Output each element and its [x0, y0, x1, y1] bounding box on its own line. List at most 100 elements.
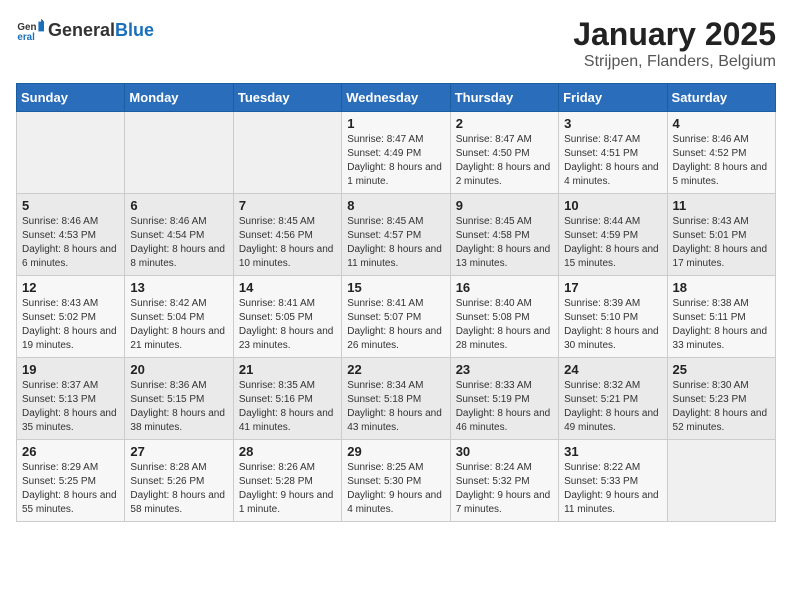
calendar-cell: 18Sunrise: 8:38 AMSunset: 5:11 PMDayligh…	[667, 276, 775, 358]
calendar-cell: 11 Sunrise: 8:43 AMSunset: 5:01 PMDayligh…	[667, 194, 775, 276]
cell-info: Sunrise: 8:22 AMSunset: 5:33 PMDaylight:…	[564, 461, 661, 517]
calendar-cell: 20 Sunrise: 8:36 AMSunset: 5:15 PMDayligh…	[125, 358, 233, 440]
cell-info: Sunrise: 8:43 AMSunset: 5:01 PMDaylight:…	[673, 215, 770, 271]
day-number: 4	[673, 116, 770, 131]
day-number: 31	[564, 444, 661, 459]
cell-info: Sunrise: 8:47 AMSunset: 4:50 PMDaylight:…	[456, 133, 553, 189]
day-number: 16	[456, 280, 553, 295]
cell-info: Sunrise: 8:43 AMSunset: 5:02 PMDaylight:…	[22, 297, 119, 353]
day-number: 9	[456, 198, 553, 213]
day-number: 5	[22, 198, 119, 213]
cell-info: Sunrise: 8:25 AMSunset: 5:30 PMDaylight:…	[347, 461, 444, 517]
day-number: 24	[564, 362, 661, 377]
calendar-cell: 28Sunrise: 8:26 AMSunset: 5:28 PMDayligh…	[233, 440, 341, 522]
day-number: 14	[239, 280, 336, 295]
calendar-cell: 10 Sunrise: 8:44 AMSunset: 4:59 PMDayligh…	[559, 194, 667, 276]
weekday-header-saturday: Saturday	[667, 84, 775, 112]
cell-info: Sunrise: 8:32 AMSunset: 5:21 PMDaylight:…	[564, 379, 661, 435]
calendar-cell: 27 Sunrise: 8:28 AMSunset: 5:26 PMDayligh…	[125, 440, 233, 522]
calendar-table: SundayMondayTuesdayWednesdayThursdayFrid…	[16, 83, 776, 522]
calendar-week-1: 1 Sunrise: 8:47 AMSunset: 4:49 PMDaylight…	[17, 112, 776, 194]
day-number: 23	[456, 362, 553, 377]
calendar-cell: 6 Sunrise: 8:46 AMSunset: 4:54 PMDaylight…	[125, 194, 233, 276]
day-number: 22	[347, 362, 444, 377]
cell-info: Sunrise: 8:28 AMSunset: 5:26 PMDaylight:…	[130, 461, 227, 517]
cell-info: Sunrise: 8:37 AMSunset: 5:13 PMDaylight:…	[22, 379, 119, 435]
weekday-header-sunday: Sunday	[17, 84, 125, 112]
logo-icon: Gen eral	[16, 16, 44, 44]
cell-info: Sunrise: 8:35 AMSunset: 5:16 PMDaylight:…	[239, 379, 336, 435]
cell-info: Sunrise: 8:44 AMSunset: 4:59 PMDaylight:…	[564, 215, 661, 271]
day-number: 20	[130, 362, 227, 377]
cell-info: Sunrise: 8:46 AMSunset: 4:53 PMDaylight:…	[22, 215, 119, 271]
calendar-cell	[17, 112, 125, 194]
day-number: 11	[673, 198, 770, 213]
calendar-cell: 2Sunrise: 8:47 AMSunset: 4:50 PMDaylight…	[450, 112, 558, 194]
calendar-cell: 9 Sunrise: 8:45 AMSunset: 4:58 PMDaylight…	[450, 194, 558, 276]
day-number: 8	[347, 198, 444, 213]
calendar-cell: 17 Sunrise: 8:39 AMSunset: 5:10 PMDayligh…	[559, 276, 667, 358]
day-number: 29	[347, 444, 444, 459]
cell-info: Sunrise: 8:46 AMSunset: 4:54 PMDaylight:…	[130, 215, 227, 271]
day-number: 30	[456, 444, 553, 459]
day-number: 3	[564, 116, 661, 131]
cell-info: Sunrise: 8:38 AMSunset: 5:11 PMDaylight:…	[673, 297, 770, 353]
calendar-cell: 31 Sunrise: 8:22 AMSunset: 5:33 PMDayligh…	[559, 440, 667, 522]
calendar-header: SundayMondayTuesdayWednesdayThursdayFrid…	[17, 84, 776, 112]
calendar-subtitle: Strijpen, Flanders, Belgium	[573, 53, 776, 71]
cell-info: Sunrise: 8:42 AMSunset: 5:04 PMDaylight:…	[130, 297, 227, 353]
weekday-header-tuesday: Tuesday	[233, 84, 341, 112]
weekday-header-monday: Monday	[125, 84, 233, 112]
weekday-header-thursday: Thursday	[450, 84, 558, 112]
day-number: 13	[130, 280, 227, 295]
day-number: 1	[347, 116, 444, 131]
cell-info: Sunrise: 8:39 AMSunset: 5:10 PMDaylight:…	[564, 297, 661, 353]
day-number: 6	[130, 198, 227, 213]
calendar-cell	[233, 112, 341, 194]
cell-info: Sunrise: 8:47 AMSunset: 4:51 PMDaylight:…	[564, 133, 661, 189]
calendar-week-2: 5 Sunrise: 8:46 AMSunset: 4:53 PMDaylight…	[17, 194, 776, 276]
calendar-cell: 30 Sunrise: 8:24 AMSunset: 5:32 PMDayligh…	[450, 440, 558, 522]
day-number: 25	[673, 362, 770, 377]
calendar-title: January 2025	[573, 16, 776, 53]
cell-info: Sunrise: 8:24 AMSunset: 5:32 PMDaylight:…	[456, 461, 553, 517]
day-number: 27	[130, 444, 227, 459]
weekday-header-wednesday: Wednesday	[342, 84, 450, 112]
cell-info: Sunrise: 8:29 AMSunset: 5:25 PMDaylight:…	[22, 461, 119, 517]
svg-text:eral: eral	[17, 32, 35, 43]
day-number: 21	[239, 362, 336, 377]
calendar-cell	[667, 440, 775, 522]
calendar-week-5: 26 Sunrise: 8:29 AMSunset: 5:25 PMDayligh…	[17, 440, 776, 522]
day-number: 17	[564, 280, 661, 295]
calendar-cell: 22 Sunrise: 8:34 AMSunset: 5:18 PMDayligh…	[342, 358, 450, 440]
calendar-cell: 4 Sunrise: 8:46 AMSunset: 4:52 PMDaylight…	[667, 112, 775, 194]
cell-info: Sunrise: 8:34 AMSunset: 5:18 PMDaylight:…	[347, 379, 444, 435]
calendar-cell: 7Sunrise: 8:45 AMSunset: 4:56 PMDaylight…	[233, 194, 341, 276]
cell-info: Sunrise: 8:45 AMSunset: 4:57 PMDaylight:…	[347, 215, 444, 271]
calendar-cell: 12 Sunrise: 8:43 AMSunset: 5:02 PMDayligh…	[17, 276, 125, 358]
day-number: 10	[564, 198, 661, 213]
cell-info: Sunrise: 8:47 AMSunset: 4:49 PMDaylight:…	[347, 133, 444, 189]
calendar-cell: 23 Sunrise: 8:33 AMSunset: 5:19 PMDayligh…	[450, 358, 558, 440]
calendar-cell: 26 Sunrise: 8:29 AMSunset: 5:25 PMDayligh…	[17, 440, 125, 522]
calendar-week-4: 19Sunrise: 8:37 AMSunset: 5:13 PMDayligh…	[17, 358, 776, 440]
calendar-week-3: 12 Sunrise: 8:43 AMSunset: 5:02 PMDayligh…	[17, 276, 776, 358]
logo-general-text: General	[48, 20, 115, 41]
day-number: 12	[22, 280, 119, 295]
logo-blue-text: Blue	[115, 20, 154, 41]
calendar-cell: 29 Sunrise: 8:25 AMSunset: 5:30 PMDayligh…	[342, 440, 450, 522]
calendar-body: 1 Sunrise: 8:47 AMSunset: 4:49 PMDaylight…	[17, 112, 776, 522]
weekday-header-row: SundayMondayTuesdayWednesdayThursdayFrid…	[17, 84, 776, 112]
cell-info: Sunrise: 8:46 AMSunset: 4:52 PMDaylight:…	[673, 133, 770, 189]
cell-info: Sunrise: 8:36 AMSunset: 5:15 PMDaylight:…	[130, 379, 227, 435]
cell-info: Sunrise: 8:45 AMSunset: 4:58 PMDaylight:…	[456, 215, 553, 271]
cell-info: Sunrise: 8:33 AMSunset: 5:19 PMDaylight:…	[456, 379, 553, 435]
calendar-cell: 24 Sunrise: 8:32 AMSunset: 5:21 PMDayligh…	[559, 358, 667, 440]
calendar-cell: 8 Sunrise: 8:45 AMSunset: 4:57 PMDaylight…	[342, 194, 450, 276]
calendar-cell: 16Sunrise: 8:40 AMSunset: 5:08 PMDayligh…	[450, 276, 558, 358]
cell-info: Sunrise: 8:45 AMSunset: 4:56 PMDaylight:…	[239, 215, 336, 271]
calendar-cell: 19Sunrise: 8:37 AMSunset: 5:13 PMDayligh…	[17, 358, 125, 440]
calendar-cell: 21 Sunrise: 8:35 AMSunset: 5:16 PMDayligh…	[233, 358, 341, 440]
day-number: 26	[22, 444, 119, 459]
calendar-cell: 3 Sunrise: 8:47 AMSunset: 4:51 PMDaylight…	[559, 112, 667, 194]
